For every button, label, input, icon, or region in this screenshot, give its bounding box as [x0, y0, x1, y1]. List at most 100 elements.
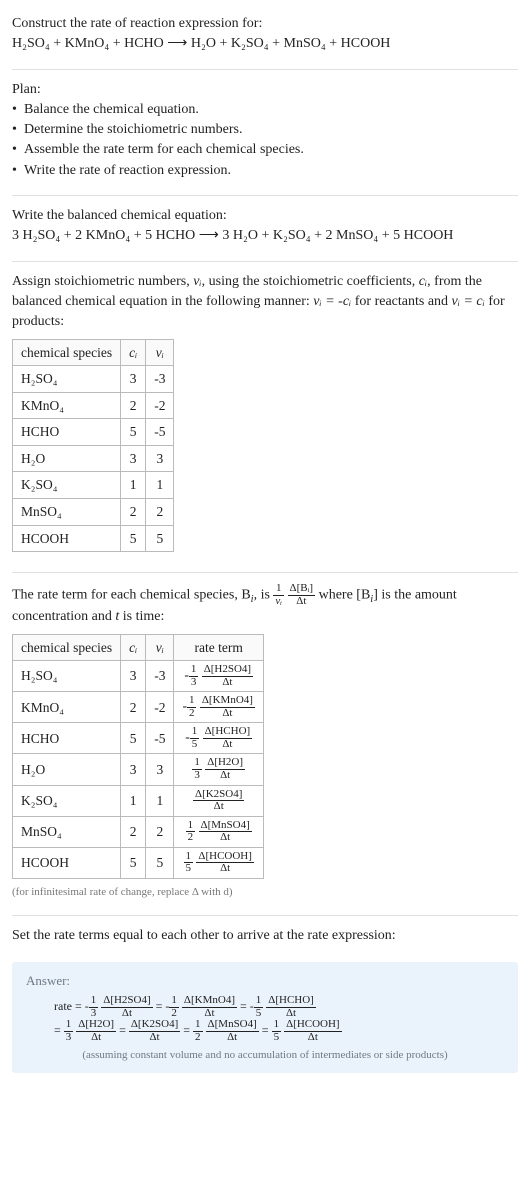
cell-ci: 3	[121, 366, 146, 393]
answer-note: (assuming constant volume and no accumul…	[26, 1048, 504, 1064]
cell-nu: 3	[146, 754, 174, 785]
rate-term-section: The rate term for each chemical species,…	[12, 579, 518, 909]
cell-nu: 5	[146, 847, 174, 878]
set-equal-text: Set the rate terms equal to each other t…	[12, 922, 518, 954]
frac: 12	[169, 995, 179, 1019]
cell-species: HCOOH	[13, 847, 121, 878]
plan-section: Plan: •Balance the chemical equation. •D…	[12, 76, 518, 189]
assign-section: Assign stoichiometric numbers, νᵢ, using…	[12, 268, 518, 566]
cell-nu: -3	[146, 661, 174, 692]
frac: 13	[89, 995, 99, 1019]
frac: 13	[64, 1019, 74, 1043]
table-header-row: chemical species cᵢ νᵢ	[13, 339, 174, 366]
cell-ci: 5	[121, 525, 146, 552]
rate-term-text: The rate term for each chemical species,…	[12, 583, 518, 628]
coef-frac: 1νᵢ	[273, 583, 284, 607]
cell-species: H₂SO₄	[13, 661, 121, 692]
frac: Δ[H2SO4]Δt	[202, 664, 253, 688]
frac: 12	[187, 695, 197, 719]
cell-rate: 13 Δ[H2O]Δt	[174, 754, 263, 785]
nu-symbol: νᵢ	[193, 274, 201, 289]
rel-prod: νᵢ = cᵢ	[452, 294, 485, 309]
table-row: KMnO₄2-2	[13, 392, 174, 419]
cell-nu: 3	[146, 445, 174, 472]
frac-num: 1	[273, 583, 284, 596]
cell-species: MnSO₄	[13, 816, 121, 847]
cell-nu: -5	[146, 419, 174, 446]
col-species: chemical species	[13, 339, 121, 366]
cell-nu: 2	[146, 816, 174, 847]
cell-nu: 5	[146, 525, 174, 552]
assign-part2: , using the stoichiometric coefficients,	[202, 274, 419, 289]
rate-part1: The rate term for each chemical species,…	[12, 587, 251, 602]
delta-frac: Δ[Bᵢ]Δt	[288, 583, 316, 607]
infinitesimal-note: (for infinitesimal rate of change, repla…	[12, 885, 518, 901]
table-row: HCOOH5515 Δ[HCOOH]Δt	[13, 847, 264, 878]
divider	[12, 69, 518, 70]
balanced-equation: 3 H₂SO₄ + 2 KMnO₄ + 5 HCHO ⟶ 3 H₂O + K₂S…	[12, 226, 518, 246]
frac: Δ[HCOOH]Δt	[196, 851, 254, 875]
plan-item-text: Determine the stoichiometric numbers.	[24, 120, 243, 140]
frac: 12	[186, 820, 196, 844]
frac: Δ[HCHO]Δt	[266, 995, 316, 1019]
divider	[12, 572, 518, 573]
cell-nu: -2	[146, 392, 174, 419]
table-row: H₂O33	[13, 445, 174, 472]
table-row: K₂SO₄11Δ[K2SO4]Δt	[13, 785, 264, 816]
frac: 15	[272, 1019, 282, 1043]
cell-species: KMnO₄	[13, 392, 121, 419]
intro-line: Construct the rate of reaction expressio…	[12, 14, 518, 34]
table-row: HCHO5-5-15 Δ[HCHO]Δt	[13, 723, 264, 754]
frac: Δ[H2O]Δt	[205, 757, 245, 781]
table-row: H₂O3313 Δ[H2O]Δt	[13, 754, 264, 785]
table-row: H₂SO₄3-3	[13, 366, 174, 393]
plan-item: •Balance the chemical equation.	[12, 100, 518, 120]
frac: 13	[189, 664, 199, 688]
col-ci: cᵢ	[121, 634, 146, 661]
intro-eq-lhs: H₂SO₄ + KMnO₄ + HCHO	[12, 36, 164, 51]
table-row: H₂SO₄3-3-13 Δ[H2SO4]Δt	[13, 661, 264, 692]
intro-equation: H₂SO₄ + KMnO₄ + HCHO ⟶ H₂O + K₂SO₄ + MnS…	[12, 34, 518, 54]
cell-ci: 2	[121, 816, 146, 847]
cell-ci: 3	[121, 754, 146, 785]
bullet-icon: •	[12, 100, 24, 120]
cell-rate: -12 Δ[KMnO4]Δt	[174, 692, 263, 723]
frac-num: Δ[Bᵢ]	[288, 583, 316, 596]
intro-eq-rhs: H₂O + K₂SO₄ + MnSO₄ + HCOOH	[191, 36, 391, 51]
frac: Δ[HCOOH]Δt	[284, 1019, 342, 1043]
plan-item-text: Write the rate of reaction expression.	[24, 161, 231, 181]
frac: 15	[184, 851, 194, 875]
cell-nu: -2	[146, 692, 174, 723]
answer-box: Answer: rate = -13 Δ[H2SO4]Δt = -12 Δ[KM…	[12, 962, 518, 1073]
cell-nu: 2	[146, 498, 174, 525]
table-row: KMnO₄2-2-12 Δ[KMnO4]Δt	[13, 692, 264, 723]
answer-equation: rate = -13 Δ[H2SO4]Δt = -12 Δ[KMnO4]Δt =…	[26, 995, 504, 1044]
cell-nu: -3	[146, 366, 174, 393]
frac: 15	[190, 726, 200, 750]
table-row: HCHO5-5	[13, 419, 174, 446]
col-nu: νᵢ	[146, 339, 174, 366]
frac: 15	[254, 995, 264, 1019]
cell-species: KMnO₄	[13, 692, 121, 723]
cell-nu: 1	[146, 472, 174, 499]
cell-species: H₂O	[13, 445, 121, 472]
rate-part2: , is	[254, 587, 274, 602]
frac: Δ[MnSO4]Δt	[206, 1019, 259, 1043]
assign-text: Assign stoichiometric numbers, νᵢ, using…	[12, 272, 518, 333]
answer-label: Answer:	[26, 972, 504, 991]
bullet-icon: •	[12, 140, 24, 160]
col-ci: cᵢ	[121, 339, 146, 366]
arrow-icon: ⟶	[167, 36, 187, 51]
frac: Δ[HCHO]Δt	[203, 726, 253, 750]
cell-species: H₂O	[13, 754, 121, 785]
cell-species: K₂SO₄	[13, 472, 121, 499]
cell-ci: 1	[121, 785, 146, 816]
rate-part3: where [B	[319, 587, 371, 602]
plan-item: •Assemble the rate term for each chemica…	[12, 140, 518, 160]
cell-ci: 2	[121, 692, 146, 723]
plan-item: •Determine the stoichiometric numbers.	[12, 120, 518, 140]
cell-species: MnSO₄	[13, 498, 121, 525]
rate-term-table: chemical species cᵢ νᵢ rate term H₂SO₄3-…	[12, 634, 264, 879]
cell-ci: 5	[121, 847, 146, 878]
plan-item-text: Balance the chemical equation.	[24, 100, 199, 120]
